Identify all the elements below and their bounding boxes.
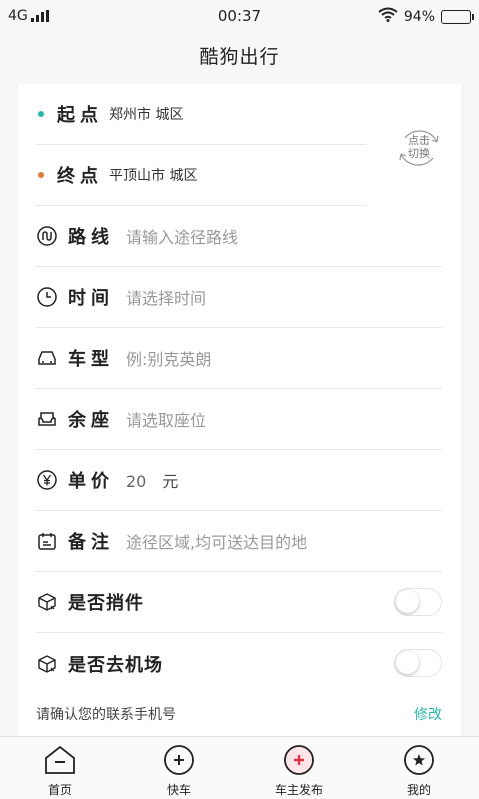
- to-airport-toggle[interactable]: [394, 649, 442, 677]
- status-bar: 4G 00:37 94%: [0, 0, 479, 32]
- origin-value: 郑州市 城区: [109, 107, 184, 123]
- route-label: 路线: [68, 227, 114, 248]
- route-row[interactable]: 路线 请输入途径路线: [36, 206, 442, 267]
- plus-circle-icon: [164, 745, 194, 775]
- star-circle-icon: [404, 745, 434, 775]
- clock-icon: [36, 286, 58, 308]
- page-title: 酷狗出行: [199, 46, 280, 68]
- route-input[interactable]: 请输入途径路线: [126, 224, 238, 248]
- origin-dot-icon: [38, 111, 44, 117]
- home-icon: [45, 745, 75, 774]
- phone-confirm-text: 请确认您的联系手机号: [36, 707, 176, 723]
- origin-label: 起点: [57, 105, 103, 126]
- toggle-knob: [396, 651, 419, 674]
- calendar-note-icon: [36, 530, 58, 552]
- tab-mine-label: 我的: [406, 783, 431, 797]
- price-input[interactable]: 20 元: [126, 468, 178, 492]
- edit-phone-link[interactable]: 修改: [414, 704, 442, 724]
- price-value: 20: [126, 472, 147, 491]
- route-icon: [36, 225, 58, 247]
- destination-dot-icon: [38, 172, 44, 178]
- nav-bar: 酷狗出行: [0, 32, 479, 84]
- seats-label: 余座: [68, 410, 114, 431]
- status-right: 94%: [378, 7, 474, 26]
- to-airport-label: 是否去机场: [68, 654, 163, 676]
- battery-percent: 94%: [403, 8, 435, 25]
- note-input[interactable]: 途径区域,均可送达目的地: [126, 529, 307, 553]
- wifi-icon: [378, 7, 398, 26]
- switch-label-line1: 点击: [408, 134, 430, 147]
- note-label: 备注: [68, 532, 114, 553]
- price-label: 单价: [68, 471, 114, 492]
- seats-input[interactable]: 请选取座位: [126, 407, 206, 431]
- tab-driver-publish[interactable]: 车主发布: [259, 743, 339, 798]
- carry-parcel-label: 是否捎件: [68, 593, 144, 614]
- tab-home[interactable]: 首页: [20, 743, 100, 798]
- parcel-icon: [36, 591, 58, 613]
- to-airport-row: 是否去机场: [36, 633, 442, 694]
- car-icon: [36, 347, 58, 369]
- destination-row[interactable]: 终点 平顶山市 城区: [36, 145, 366, 206]
- carry-parcel-toggle[interactable]: [394, 588, 442, 616]
- bottom-tab-bar: 首页 快车 车主发布 我的: [0, 736, 479, 799]
- switch-origin-destination-button[interactable]: 点击 切换: [395, 124, 443, 172]
- toggle-knob: [396, 590, 419, 613]
- car-model-row[interactable]: 车型 例:别克英朗: [36, 328, 442, 389]
- time-label: 时间: [68, 288, 114, 309]
- phone-confirm: 请确认您的联系手机号 修改: [36, 704, 442, 726]
- seat-icon: [36, 408, 58, 430]
- destination-label: 终点: [57, 166, 103, 187]
- airport-parcel-icon: [36, 653, 58, 675]
- price-row[interactable]: 单价 20 元: [36, 450, 442, 511]
- tab-mine[interactable]: 我的: [379, 743, 459, 798]
- note-row[interactable]: 备注 途径区域,均可送达目的地: [36, 511, 442, 572]
- yuan-icon: [36, 469, 58, 491]
- tab-driver-publish-label: 车主发布: [274, 783, 323, 797]
- tab-express-label: 快车: [166, 783, 191, 797]
- tab-home-label: 首页: [47, 783, 72, 797]
- origin-row[interactable]: 起点 郑州市 城区: [36, 84, 366, 145]
- time-input[interactable]: 请选择时间: [126, 285, 206, 309]
- battery-icon: [441, 9, 474, 24]
- tab-express[interactable]: 快车: [139, 743, 219, 798]
- car-model-input[interactable]: 例:别克英朗: [126, 346, 211, 370]
- switch-label-line2: 切换: [408, 147, 430, 160]
- time-row[interactable]: 时间 请选择时间: [36, 267, 442, 328]
- destination-value: 平顶山市 城区: [109, 168, 198, 184]
- carry-parcel-row: 是否捎件: [36, 572, 442, 633]
- seats-row[interactable]: 余座 请选取座位: [36, 389, 442, 450]
- price-unit: 元: [162, 472, 179, 491]
- car-model-label: 车型: [68, 349, 114, 370]
- publish-form-card: 起点 郑州市 城区 终点 平顶山市 城区 点击 切换 路线 请输入途径路线 时间…: [18, 84, 461, 736]
- publish-plus-icon: [284, 745, 314, 775]
